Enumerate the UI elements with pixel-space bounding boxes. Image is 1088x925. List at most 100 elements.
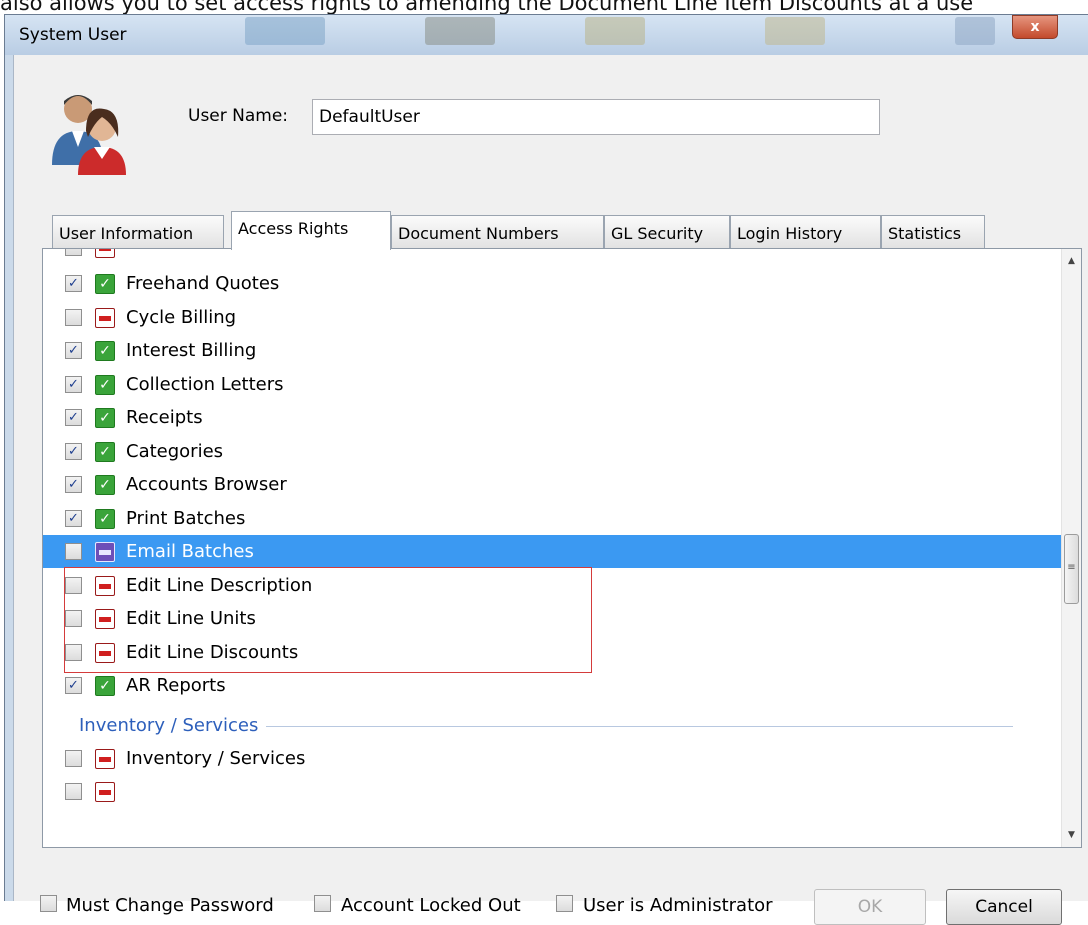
permission-label: Receipts	[126, 407, 203, 428]
permission-label: Categories	[126, 440, 224, 462]
tab-label: Statistics	[888, 224, 962, 243]
list-item[interactable]: ✓ ✓ Categories	[43, 435, 1063, 468]
permission-checkbox[interactable]	[65, 576, 82, 594]
list-item-partial	[43, 249, 1063, 264]
permission-checkbox[interactable]: ✓	[65, 409, 82, 426]
permission-label: Cycle Billing	[126, 306, 237, 328]
tab-label: Access Rights	[238, 219, 349, 238]
title-bar[interactable]: System User x	[5, 15, 1088, 55]
permission-checkbox[interactable]	[65, 749, 82, 767]
allowed-check-icon: ✓	[95, 274, 115, 294]
ok-button[interactable]: OK	[814, 889, 926, 925]
section-title: Inventory / Services	[79, 714, 267, 736]
permission-label: Edit Line Description	[126, 574, 313, 596]
permission-label: Freehand Quotes	[126, 273, 280, 294]
list-item[interactable]: ✓ ✓ Accounts Browser	[43, 468, 1063, 501]
permission-label: Collection Letters	[126, 373, 284, 395]
permission-checkbox[interactable]: ✓	[65, 442, 82, 460]
list-item[interactable]: Email Batches	[43, 535, 1063, 568]
tab-gl-security[interactable]: GL Security	[604, 215, 730, 248]
close-icon: x	[1030, 19, 1040, 35]
system-user-window: System User x User Name: DefaultUser Use…	[4, 14, 1088, 925]
tab-statistics[interactable]: Statistics	[881, 215, 985, 248]
permission-checkbox[interactable]	[65, 610, 82, 627]
close-button[interactable]: x	[1012, 15, 1058, 39]
tab-document-numbers[interactable]: Document Numbers	[391, 215, 604, 248]
permission-label: Inventory / Services	[126, 747, 306, 769]
tab-user-information[interactable]: User Information	[52, 215, 224, 248]
denied-icon	[95, 748, 115, 769]
scroll-down-arrow-icon[interactable]: ▼	[1062, 825, 1081, 845]
allowed-check-icon: ✓	[95, 341, 115, 361]
tab-login-history[interactable]: Login History	[730, 215, 881, 248]
deny-icon	[95, 249, 115, 258]
blurred-background-decoration	[585, 17, 645, 45]
account-locked-out-label: Account Locked Out	[341, 895, 521, 916]
dialog-client-area: User Name: DefaultUser User Information …	[13, 55, 1088, 925]
must-change-password-checkbox[interactable]	[40, 895, 57, 912]
denied-icon	[95, 609, 115, 629]
permission-checkbox[interactable]	[65, 543, 82, 560]
list-item[interactable]: Edit Line Discounts	[43, 636, 1063, 669]
permission-label: AR Reports	[126, 675, 226, 696]
permission-checkbox[interactable]: ✓	[65, 275, 82, 292]
blurred-background-decoration	[245, 17, 325, 45]
list-item[interactable]: Edit Line Description	[43, 569, 1063, 602]
blurred-background-decoration	[425, 17, 495, 45]
list-item[interactable]: Edit Line Units	[43, 602, 1063, 635]
permission-label: Email Batches	[126, 541, 254, 562]
denied-icon	[95, 307, 115, 328]
scroll-up-arrow-icon[interactable]: ▲	[1062, 251, 1081, 271]
list-item[interactable]: Cycle Billing	[43, 301, 1063, 334]
allowed-check-icon: ✓	[95, 475, 115, 495]
user-name-label: User Name:	[188, 106, 289, 126]
scrollbar-thumb[interactable]: ≡	[1064, 534, 1079, 604]
allowed-check-icon: ✓	[95, 508, 115, 529]
allowed-check-icon: ✓	[95, 374, 115, 395]
access-rights-list[interactable]: ✓ ✓ Freehand Quotes Cycle Billing ✓ ✓ Interest…	[43, 249, 1063, 847]
users-icon	[52, 95, 126, 175]
tab-label: Login History	[737, 224, 843, 243]
tab-access-rights[interactable]: Access Rights	[231, 211, 391, 250]
denied-icon	[95, 542, 115, 562]
tab-label: Document Numbers	[398, 224, 559, 243]
tab-label: User Information	[59, 224, 194, 243]
allowed-check-icon: ✓	[95, 441, 115, 462]
list-item[interactable]: Inventory / Services	[43, 742, 1063, 775]
permission-label: Print Batches	[126, 507, 246, 529]
checkbox	[65, 249, 82, 256]
list-item[interactable]: ✓ ✓ Interest Billing	[43, 334, 1063, 367]
allowed-check-icon: ✓	[95, 676, 115, 696]
must-change-password-label: Must Change Password	[66, 895, 274, 916]
permission-label: Edit Line Discounts	[126, 641, 299, 663]
user-name-input[interactable]: DefaultUser	[312, 99, 880, 135]
tab-label: GL Security	[611, 224, 704, 243]
vertical-scrollbar[interactable]: ▲ ≡ ▼	[1061, 249, 1081, 847]
permission-checkbox[interactable]: ✓	[65, 677, 82, 694]
blurred-background-decoration	[765, 17, 825, 45]
permission-checkbox[interactable]: ✓	[65, 342, 82, 359]
list-item-partial	[43, 775, 1063, 808]
permission-checkbox[interactable]: ✓	[65, 375, 82, 393]
denied-icon	[95, 642, 115, 663]
user-is-administrator-checkbox[interactable]	[556, 895, 573, 912]
denied-icon	[95, 782, 115, 802]
permission-checkbox[interactable]: ✓	[65, 509, 82, 527]
account-locked-out-checkbox[interactable]	[314, 895, 331, 912]
list-item[interactable]: ✓ ✓ Print Batches	[43, 502, 1063, 535]
checkbox	[65, 783, 82, 800]
access-rights-panel: ✓ ✓ Freehand Quotes Cycle Billing ✓ ✓ Interest…	[42, 248, 1082, 848]
permission-checkbox[interactable]: ✓	[65, 476, 82, 493]
allowed-check-icon: ✓	[95, 408, 115, 428]
list-item[interactable]: ✓ ✓ Collection Letters	[43, 368, 1063, 401]
permission-checkbox[interactable]	[65, 308, 82, 326]
permission-label: Accounts Browser	[126, 474, 287, 495]
permission-label: Edit Line Units	[126, 608, 256, 629]
list-item[interactable]: ✓ ✓ AR Reports	[43, 669, 1063, 702]
list-item[interactable]: ✓ ✓ Receipts	[43, 401, 1063, 434]
cancel-button[interactable]: Cancel	[946, 889, 1062, 925]
permission-checkbox[interactable]	[65, 643, 82, 661]
list-item[interactable]: ✓ ✓ Freehand Quotes	[43, 267, 1063, 300]
permission-label: Interest Billing	[126, 340, 257, 361]
window-title: System User	[19, 25, 127, 45]
